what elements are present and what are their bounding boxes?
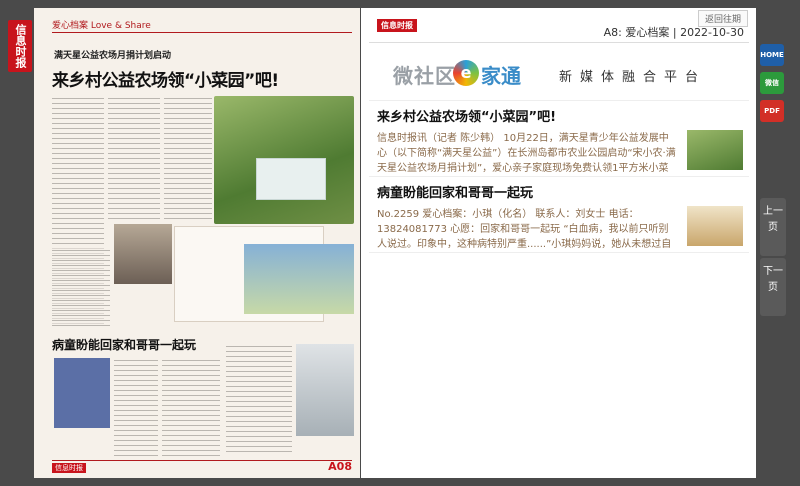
article-item[interactable]: 病童盼能回家和哥哥一起玩 No.2259 爱心档案：小琪（化名） 联系人：刘女士… (377, 182, 747, 252)
patient-photo (296, 344, 354, 436)
pdf-icon[interactable]: PDF (760, 100, 784, 122)
footer-divider (52, 460, 352, 461)
kid-photo (244, 244, 354, 314)
next-page-button[interactable]: 下一页 (760, 258, 786, 316)
text-column (162, 358, 220, 456)
divider (369, 252, 749, 253)
text-column (226, 344, 292, 454)
case-info-box (54, 358, 110, 428)
article-title[interactable]: 病童盼能回家和哥哥一起玩 (377, 182, 747, 201)
text-column (108, 96, 160, 222)
child-photo (114, 224, 172, 284)
event-poster (256, 158, 326, 200)
page-number: A08 (328, 460, 352, 473)
banner-e-logo-icon: e (453, 60, 479, 86)
article-summary: 信息时报讯（记者 陈少韩） 10月22日，满天星青少年公益发展中心（以下简称“满… (377, 133, 676, 174)
divider (369, 100, 749, 101)
article-thumbnail[interactable] (687, 206, 743, 246)
promo-banner[interactable]: 微社区 e 家通 新媒体融合平台 (379, 56, 749, 96)
text-column (114, 358, 158, 456)
divider (369, 42, 749, 43)
next-page-label: 下一页 (763, 266, 783, 293)
article-summary: No.2259 爱心档案：小琪（化名） 联系人：刘女士 电话：138240817… (377, 209, 672, 250)
newspaper-page[interactable]: 爱心档案 Love & Share 满天星公益农场月捐计划启动 来乡村公益农场领… (34, 8, 360, 478)
article-subtitle: 满天星公益农场月捐计划启动 (54, 51, 172, 61)
text-column (164, 96, 212, 222)
article-headline-2[interactable]: 病童盼能回家和哥哥一起玩 (52, 336, 196, 353)
divider (369, 176, 749, 177)
prev-page-label: 上一页 (763, 206, 783, 233)
wechat-icon[interactable]: 微信 (760, 72, 784, 94)
article-title[interactable]: 来乡村公益农场领“小菜园”吧! (377, 106, 747, 125)
footer-logo: 信息时报 (52, 463, 86, 473)
brand-tab[interactable]: 信息时报 (8, 20, 32, 72)
section-divider (52, 32, 352, 33)
reader-panel: 信息时报 返回往期 A8: 爱心档案 | 2022-10-30 微社区 e 家通… (361, 8, 756, 478)
panel-logo: 信息时报 (377, 19, 417, 32)
home-icon[interactable]: HOME (760, 44, 784, 66)
section-header: 爱心档案 Love & Share (52, 21, 151, 31)
text-column (52, 248, 110, 328)
article-item[interactable]: 来乡村公益农场领“小菜园”吧! 信息时报讯（记者 陈少韩） 10月22日，满天星… (377, 106, 747, 176)
prev-page-button[interactable]: 上一页 (760, 198, 786, 256)
banner-slogan: 新媒体融合平台 (559, 70, 707, 85)
banner-left-text: 微社区 (393, 64, 456, 88)
article-headline[interactable]: 来乡村公益农场领“小菜园”吧! (52, 66, 279, 91)
banner-right-text: 家通 (481, 64, 521, 88)
article-thumbnail[interactable] (687, 130, 743, 170)
page-info: A8: 爱心档案 | 2022-10-30 (603, 26, 744, 39)
